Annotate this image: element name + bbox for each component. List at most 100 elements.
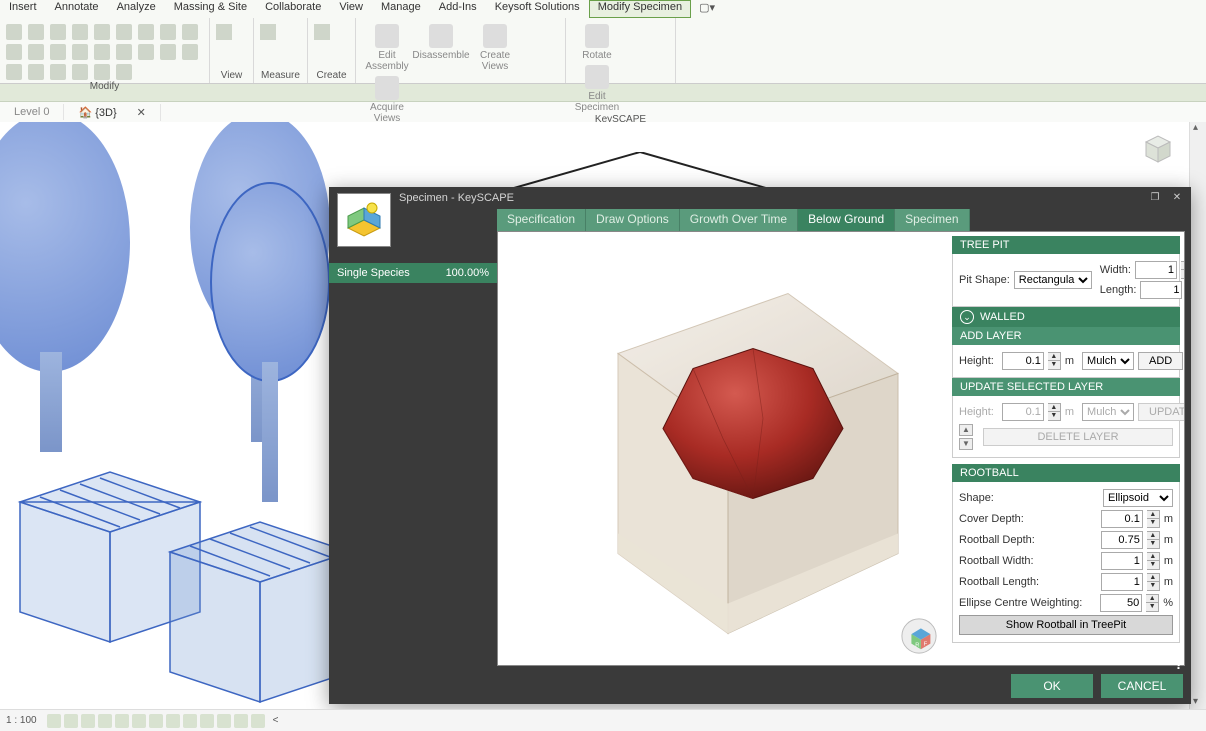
addlayer-material-select[interactable]: Mulch — [1082, 352, 1134, 370]
menu-add-ins[interactable]: Add-Ins — [430, 0, 486, 18]
rb-length-label: Rootball Length: — [959, 576, 1039, 588]
ribbon-edit-assembly[interactable]: EditAssembly — [362, 24, 412, 72]
doctab-3d[interactable]: 🏠 {3D}✕ — [64, 104, 160, 121]
ribbon-rotate[interactable]: Rotate — [572, 24, 622, 61]
status-icons[interactable] — [47, 714, 265, 728]
menu-manage[interactable]: Manage — [372, 0, 430, 18]
rb-shape-select[interactable]: Ellipsoid — [1103, 489, 1173, 507]
addlayer-height-spin[interactable]: ▲▼ — [1048, 352, 1061, 370]
ribbon-tool-icon[interactable] — [50, 24, 66, 40]
ribbon-tool-icon[interactable] — [72, 44, 88, 60]
pit-length-input[interactable] — [1140, 281, 1182, 299]
dlg-tab-specification[interactable]: Specification — [497, 209, 586, 231]
ribbon: Modify View Measure Create EditAssemblyD… — [0, 18, 1206, 84]
show-rootball-button[interactable]: Show Rootball in TreePit — [959, 615, 1173, 635]
ribbon-group-measure: Measure — [260, 69, 301, 83]
menu-overflow-icon[interactable]: ▢▾ — [691, 0, 723, 18]
treepit-header: TREE PIT — [952, 236, 1180, 254]
dialog-titlebar[interactable]: Specimen - KeySCAPE ❐ ✕ — [329, 187, 1191, 209]
help-icon[interactable]: ? — [1174, 656, 1183, 672]
ribbon-tool-icon[interactable] — [138, 24, 154, 40]
walled-section[interactable]: ⌄ WALLED — [952, 307, 1180, 327]
updatelayer-button[interactable]: UPDATE — [1138, 403, 1184, 421]
menu-keysoft-solutions[interactable]: Keysoft Solutions — [486, 0, 589, 18]
rb-width-input[interactable] — [1101, 552, 1143, 570]
status-scale[interactable]: 1 : 100 — [6, 715, 37, 726]
close-icon[interactable]: ✕ — [137, 107, 146, 119]
window-close-icon[interactable]: ✕ — [1169, 191, 1185, 205]
dlg-tab-growth-over-time[interactable]: Growth Over Time — [680, 209, 798, 231]
rb-weight-spin[interactable]: ▲▼ — [1146, 594, 1159, 612]
ribbon-disassemble[interactable]: Disassemble — [416, 24, 466, 61]
rb-weight-input[interactable] — [1100, 594, 1142, 612]
ribbon-tool-icon[interactable] — [50, 44, 66, 60]
ribbon-tool-icon[interactable] — [116, 24, 132, 40]
ribbon-acquire-views[interactable]: AcquireViews — [362, 76, 412, 124]
ribbon-tool-icon[interactable] — [28, 24, 44, 40]
deletelayer-button[interactable]: DELETE LAYER — [983, 428, 1173, 446]
updlayer-height-input[interactable] — [1002, 403, 1044, 421]
pitshape-select[interactable]: Rectangular — [1014, 271, 1092, 289]
menu-massing-site[interactable]: Massing & Site — [165, 0, 256, 18]
doctab-level0[interactable]: Level 0 — [0, 104, 64, 120]
navcube-icon[interactable]: R F — [900, 617, 938, 655]
layer-reorder[interactable]: ▲▼ — [959, 424, 973, 450]
ribbon-group-create: Create — [314, 69, 349, 83]
ribbon-tool-icon[interactable] — [72, 24, 88, 40]
pit-width-spin[interactable]: ▲▼ — [1181, 261, 1184, 279]
ribbon-tool-icon[interactable] — [6, 24, 22, 40]
ribbon-tool-icon[interactable] — [28, 64, 44, 80]
species-bar[interactable]: Single Species 100.00% — [329, 263, 497, 283]
svg-text:R: R — [915, 642, 919, 648]
window-restore-icon[interactable]: ❐ — [1147, 191, 1163, 205]
menu-modify-specimen[interactable]: Modify Specimen — [589, 0, 691, 18]
ribbon-tool-icon[interactable] — [6, 44, 22, 60]
pit-width-input[interactable] — [1135, 261, 1177, 279]
ribbon-tool-icon[interactable] — [116, 64, 132, 80]
updlayer-height-spin[interactable]: ▲▼ — [1048, 403, 1061, 421]
ribbon-tool-icon[interactable] — [94, 64, 110, 80]
updlayer-material-select[interactable]: Mulch — [1082, 403, 1134, 421]
ribbon-tool-icon[interactable] — [50, 64, 66, 80]
rb-length-spin[interactable]: ▲▼ — [1147, 573, 1160, 591]
ribbon-tool-icon[interactable] — [182, 44, 198, 60]
menu-collaborate[interactable]: Collaborate — [256, 0, 330, 18]
ribbon-tool-icon[interactable] — [94, 44, 110, 60]
dlg-tab-below-ground[interactable]: Below Ground — [798, 209, 895, 231]
ribbon-assembly-bigs: EditAssemblyDisassembleCreateViews Acquir… — [362, 20, 559, 124]
ribbon-tool-icon[interactable] — [182, 24, 198, 40]
rb-depth-input[interactable] — [1101, 531, 1143, 549]
ribbon-tool-icon[interactable] — [28, 44, 44, 60]
ribbon-modify-grid[interactable] — [6, 24, 198, 80]
dlg-tab-specimen[interactable]: Specimen — [895, 209, 969, 231]
menu-annotate[interactable]: Annotate — [46, 0, 108, 18]
menu-insert[interactable]: Insert — [0, 0, 46, 18]
menu-view[interactable]: View — [330, 0, 372, 18]
ribbon-tool-icon[interactable] — [138, 44, 154, 60]
addlayer-height-input[interactable] — [1002, 352, 1044, 370]
ribbon-create-views[interactable]: CreateViews — [470, 24, 520, 72]
rb-width-spin[interactable]: ▲▼ — [1147, 552, 1160, 570]
cancel-button[interactable]: CANCEL — [1101, 674, 1183, 698]
ribbon-tool-icon[interactable] — [94, 24, 110, 40]
rb-depth-label: Rootball Depth: — [959, 534, 1035, 546]
dlg-tab-draw-options[interactable]: Draw Options — [586, 209, 680, 231]
addlayer-button[interactable]: ADD — [1138, 352, 1183, 370]
ribbon-tool-icon[interactable] — [160, 24, 176, 40]
rb-cover-label: Cover Depth: — [959, 513, 1024, 525]
scrollbar-vertical[interactable] — [1189, 122, 1206, 709]
ok-button[interactable]: OK — [1011, 674, 1093, 698]
ribbon-tool-icon[interactable] — [116, 44, 132, 60]
viewcube-icon[interactable] — [1136, 128, 1176, 168]
ribbon-tool-icon[interactable] — [6, 64, 22, 80]
rb-cover-input[interactable] — [1101, 510, 1143, 528]
ribbon-tool-icon[interactable] — [72, 64, 88, 80]
rootball-preview[interactable]: R F — [498, 232, 948, 665]
ribbon-tool-icon[interactable] — [160, 44, 176, 60]
menu-analyze[interactable]: Analyze — [108, 0, 165, 18]
species-pct: 100.00% — [446, 267, 489, 279]
ribbon-edit-specimen[interactable]: EditSpecimen — [572, 65, 622, 113]
rb-depth-spin[interactable]: ▲▼ — [1147, 531, 1160, 549]
rb-length-input[interactable] — [1101, 573, 1143, 591]
rb-cover-spin[interactable]: ▲▼ — [1147, 510, 1160, 528]
